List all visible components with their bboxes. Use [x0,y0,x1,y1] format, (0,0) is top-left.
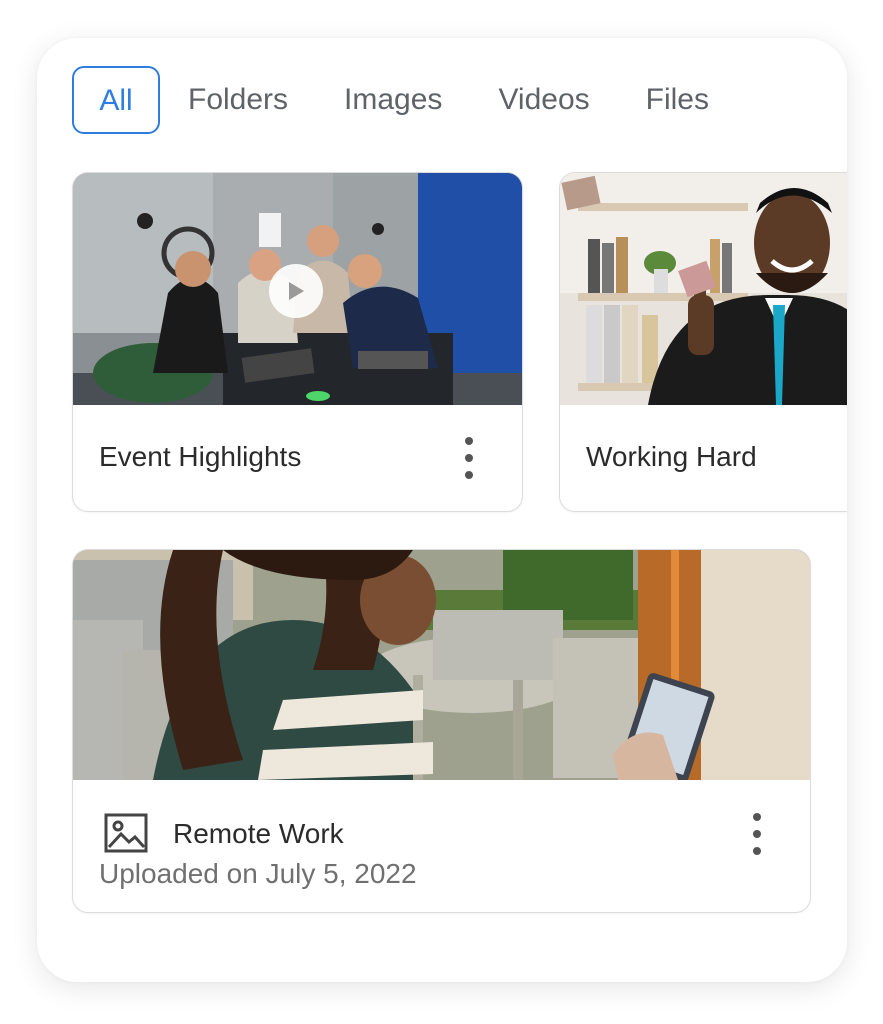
tab-videos[interactable]: Videos [498,65,589,135]
play-button[interactable] [269,264,323,318]
more-options-button[interactable] [459,437,479,481]
media-card-remote-work[interactable]: Remote Work Uploaded on July 5, 2022 [72,549,811,913]
upload-date: Uploaded on July 5, 2022 [99,858,417,889]
card-title: Remote Work [173,818,344,849]
more-options-button[interactable] [747,813,767,857]
image-thumbnail[interactable] [73,550,810,780]
tab-folders[interactable]: Folders [188,65,288,135]
video-thumbnail[interactable] [73,173,522,405]
tab-images[interactable]: Images [344,65,442,135]
filter-tabs: All Folders Images Videos Files [72,65,765,135]
card-title: Working Hard [586,441,757,472]
businessman-thumbs-up-image [560,173,847,405]
woman-with-tablet-image [73,550,810,780]
image-thumbnail[interactable] [560,173,847,405]
card-title: Event Highlights [99,441,302,472]
tab-files[interactable]: Files [646,65,709,135]
media-card-event-highlights[interactable]: Event Highlights [72,172,523,512]
media-panel: All Folders Images Videos Files Event Hi… [37,38,847,982]
media-card-working-hard[interactable]: Working Hard [559,172,847,512]
image-icon [104,813,148,853]
tab-all[interactable]: All [72,66,160,134]
play-icon [289,282,304,300]
